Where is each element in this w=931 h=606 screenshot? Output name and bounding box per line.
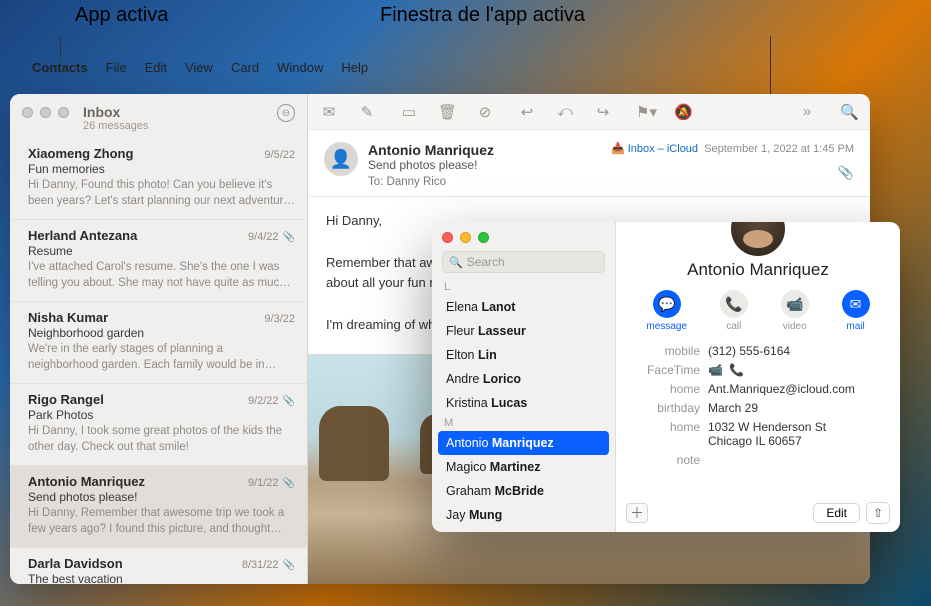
mail-button[interactable]: ✉mail: [842, 290, 870, 332]
menu-help[interactable]: Help: [341, 60, 368, 75]
message-item[interactable]: Antonio Manriquez9/1/22📎 Send photos ple…: [10, 466, 307, 548]
minimize-icon[interactable]: [460, 232, 471, 243]
contact-item[interactable]: Magico Martinez: [432, 455, 615, 479]
message-button[interactable]: 💬message: [646, 290, 687, 332]
traffic-lights: [22, 107, 69, 118]
note-value[interactable]: [708, 453, 886, 467]
menu-edit[interactable]: Edit: [145, 60, 167, 75]
junk-icon[interactable]: ⊘: [476, 103, 494, 121]
mobile-value[interactable]: (312) 555-6164: [708, 344, 886, 358]
callout-active-window: Finestra de l'app activa: [380, 4, 585, 27]
header-from: Antonio Manriquez: [368, 142, 611, 158]
close-icon[interactable]: [442, 232, 453, 243]
header-to-name: Danny Rico: [387, 176, 446, 188]
field-label: note: [630, 453, 708, 467]
field-label: home: [630, 382, 708, 396]
close-icon[interactable]: [22, 107, 33, 118]
facetime-audio-icon[interactable]: 📞: [729, 363, 744, 377]
contact-item[interactable]: Antonio Manriquez: [438, 431, 609, 455]
header-subject: Send photos please!: [368, 158, 611, 172]
contact-detail: Antonio Manriquez 💬message 📞call 📹video …: [616, 222, 900, 532]
traffic-lights: [432, 222, 615, 247]
contacts-list-pane: 🔍 Search LElena LanotFleur LasseurElton …: [432, 222, 616, 532]
field-label: FaceTime: [630, 363, 708, 377]
menubar: Contacts File Edit View Card Window Help: [0, 55, 931, 79]
mail-sidebar: Inbox 26 messages ⊖ Xiaomeng Zhong9/5/22…: [10, 94, 308, 584]
list-section-header: L: [432, 279, 615, 295]
flag-icon[interactable]: ⚑▾: [636, 103, 654, 121]
email-value[interactable]: Ant.Manriquez@icloud.com: [708, 382, 886, 396]
video-button[interactable]: 📹video: [781, 290, 809, 332]
zoom-icon[interactable]: [58, 107, 69, 118]
contact-item[interactable]: Jay Mung: [432, 503, 615, 527]
field-label: mobile: [630, 344, 708, 358]
mute-icon[interactable]: 🔕: [674, 103, 692, 121]
search-icon: 🔍: [449, 256, 463, 269]
field-label: home: [630, 420, 708, 448]
facetime-video-icon[interactable]: 📹: [708, 363, 723, 377]
reply-all-icon[interactable]: ⤺: [556, 103, 574, 121]
envelope-icon[interactable]: ✉: [320, 103, 338, 121]
header-date: September 1, 2022 at 1:45 PM: [704, 143, 854, 155]
forward-icon[interactable]: ↪: [594, 103, 612, 121]
search-placeholder: Search: [467, 255, 505, 269]
zoom-icon[interactable]: [478, 232, 489, 243]
more-icon[interactable]: »: [798, 103, 816, 120]
contacts-window: 🔍 Search LElena LanotFleur LasseurElton …: [432, 222, 900, 532]
trash-icon[interactable]: 🗑: [438, 103, 456, 121]
call-button[interactable]: 📞call: [720, 290, 748, 332]
contact-item[interactable]: Andre Lorico: [432, 367, 615, 391]
mail-toolbar: ✉ ✎ ▭ 🗑 ⊘ ↩ ⤺ ↪ ⚑▾ 🔕 » 🔍: [308, 94, 870, 130]
attachment-icon[interactable]: 📎: [838, 165, 854, 180]
contact-item[interactable]: Elton Lin: [432, 343, 615, 367]
list-section-header: M: [432, 415, 615, 431]
edit-button[interactable]: Edit: [813, 503, 860, 523]
address-value[interactable]: 1032 W Henderson StChicago IL 60657: [708, 420, 886, 448]
message-item[interactable]: Xiaomeng Zhong9/5/22 Fun memoriesHi Dann…: [10, 138, 307, 220]
facetime-value[interactable]: 📹📞: [708, 363, 886, 377]
menubar-app-name[interactable]: Contacts: [32, 60, 88, 75]
callout-active-app: App activa: [75, 4, 168, 27]
minimize-icon[interactable]: [40, 107, 51, 118]
message-item[interactable]: Herland Antezana9/4/22📎 ResumeI've attac…: [10, 220, 307, 302]
message-item[interactable]: Darla Davidson8/31/22📎 The best vacation…: [10, 548, 307, 584]
menu-window[interactable]: Window: [277, 60, 323, 75]
header-mailbox[interactable]: Inbox – iCloud: [628, 143, 698, 155]
compose-icon[interactable]: ✎: [358, 103, 376, 121]
contacts-list[interactable]: LElena LanotFleur LasseurElton LinAndre …: [432, 279, 615, 532]
field-label: birthday: [630, 401, 708, 415]
search-input[interactable]: 🔍 Search: [442, 251, 605, 273]
contact-item[interactable]: Elena Lanot: [432, 295, 615, 319]
menu-card[interactable]: Card: [231, 60, 259, 75]
birthday-value: March 29: [708, 401, 886, 415]
archive-icon[interactable]: ▭: [400, 103, 418, 121]
contact-item[interactable]: Graham McBride: [432, 479, 615, 503]
contact-item[interactable]: Kristina Lucas: [432, 391, 615, 415]
message-item[interactable]: Nisha Kumar9/3/22 Neighborhood gardenWe'…: [10, 302, 307, 384]
share-icon[interactable]: ⇧: [866, 502, 890, 524]
mailbox-title: Inbox: [83, 104, 277, 120]
menu-file[interactable]: File: [106, 60, 127, 75]
menu-view[interactable]: View: [185, 60, 213, 75]
filter-icon[interactable]: ⊖: [277, 104, 295, 122]
add-contact-button[interactable]: ＋: [626, 503, 648, 523]
sender-avatar: 👤: [324, 142, 358, 176]
contact-avatar: [731, 222, 785, 256]
contact-item[interactable]: Fleur Lasseur: [432, 319, 615, 343]
header-to-label: To:: [368, 176, 383, 188]
mailbox-count: 26 messages: [83, 120, 277, 132]
message-header: 👤 Antonio Manriquez Send photos please! …: [308, 130, 870, 197]
search-icon[interactable]: 🔍: [840, 103, 858, 121]
contact-name: Antonio Manriquez: [630, 260, 886, 280]
message-item[interactable]: Rigo Rangel9/2/22📎 Park PhotosHi Danny, …: [10, 384, 307, 466]
reply-icon[interactable]: ↩: [518, 103, 536, 121]
message-list[interactable]: Xiaomeng Zhong9/5/22 Fun memoriesHi Dann…: [10, 138, 307, 584]
